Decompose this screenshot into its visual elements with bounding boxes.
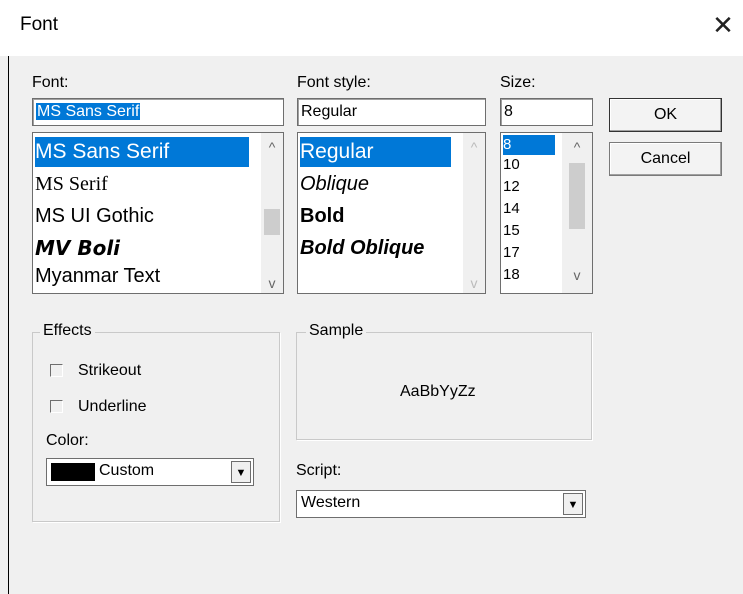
- color-select-value: Custom: [99, 462, 155, 479]
- size-list-item[interactable]: 15: [503, 221, 520, 241]
- cancel-button[interactable]: Cancel: [609, 142, 722, 176]
- close-icon[interactable]: ✕: [710, 10, 736, 40]
- ok-button[interactable]: OK: [609, 98, 722, 132]
- font-style-input[interactable]: Regular: [297, 98, 486, 126]
- size-list-item[interactable]: 8: [503, 135, 555, 155]
- script-select-value: Western: [301, 494, 361, 511]
- font-list-item[interactable]: MS Serif: [35, 169, 108, 199]
- strikeout-checkbox[interactable]: [50, 364, 63, 377]
- size-label: Size:: [500, 74, 536, 91]
- scroll-up-icon[interactable]: ^: [463, 139, 485, 155]
- size-list-item[interactable]: 14: [503, 199, 520, 219]
- title-bar: [0, 0, 743, 56]
- scroll-thumb[interactable]: [569, 163, 585, 229]
- strikeout-label[interactable]: Strikeout: [78, 362, 141, 380]
- font-name-value: MS Sans Serif: [36, 103, 141, 120]
- underline-label[interactable]: Underline: [78, 398, 146, 416]
- style-list-item[interactable]: Regular: [300, 137, 451, 167]
- effects-title: Effects: [40, 322, 95, 340]
- scroll-up-icon[interactable]: ^: [562, 139, 592, 155]
- color-swatch: [51, 463, 95, 481]
- font-name-input[interactable]: MS Sans Serif: [32, 98, 284, 126]
- style-list-item[interactable]: Bold: [300, 201, 344, 231]
- scroll-thumb[interactable]: [264, 209, 280, 235]
- dialog-title: Font: [20, 14, 59, 35]
- font-list-item[interactable]: Myanmar Text: [35, 261, 160, 291]
- left-edge-line: [8, 0, 9, 594]
- script-select[interactable]: Western ▼: [296, 490, 586, 518]
- font-style-label: Font style:: [297, 74, 371, 91]
- font-style-list[interactable]: Regular Oblique Bold Bold Oblique ^ v: [297, 132, 486, 294]
- font-name-list[interactable]: MS Sans Serif MS Serif MS UI Gothic MV B…: [32, 132, 284, 294]
- style-list-scrollbar[interactable]: ^ v: [463, 133, 485, 293]
- size-list-item[interactable]: 18: [503, 265, 520, 285]
- effects-group: [32, 332, 280, 522]
- size-list-item[interactable]: 10: [503, 155, 520, 175]
- sample-title: Sample: [306, 322, 367, 340]
- font-list-item[interactable]: MS UI Gothic: [35, 201, 154, 231]
- script-label: Script:: [296, 462, 342, 479]
- size-list-item[interactable]: 12: [503, 177, 520, 197]
- size-list-scrollbar[interactable]: ^ v: [562, 133, 592, 293]
- font-list-scrollbar[interactable]: ^ v: [261, 133, 283, 293]
- color-label: Color:: [46, 432, 89, 449]
- scroll-up-icon[interactable]: ^: [261, 139, 283, 155]
- size-list-item[interactable]: 17: [503, 243, 520, 263]
- color-select[interactable]: Custom ▼: [46, 458, 254, 486]
- font-list-item[interactable]: MS Sans Serif: [35, 137, 249, 167]
- font-label: Font:: [32, 74, 69, 91]
- scroll-down-icon[interactable]: v: [562, 267, 592, 283]
- font-list-item[interactable]: MV Boli: [35, 233, 120, 263]
- sample-text: AaBbYyZz: [400, 383, 476, 400]
- dropdown-arrow-icon[interactable]: ▼: [231, 461, 251, 483]
- dropdown-arrow-icon[interactable]: ▼: [563, 493, 583, 515]
- style-list-item[interactable]: Bold Oblique: [300, 233, 424, 263]
- size-input[interactable]: 8: [500, 98, 593, 126]
- underline-checkbox[interactable]: [50, 400, 63, 413]
- style-list-item[interactable]: Oblique: [300, 169, 369, 199]
- scroll-down-icon[interactable]: v: [261, 275, 283, 291]
- size-list[interactable]: 8 10 12 14 15 17 18 ^ v: [500, 132, 593, 294]
- scroll-down-icon[interactable]: v: [463, 275, 485, 291]
